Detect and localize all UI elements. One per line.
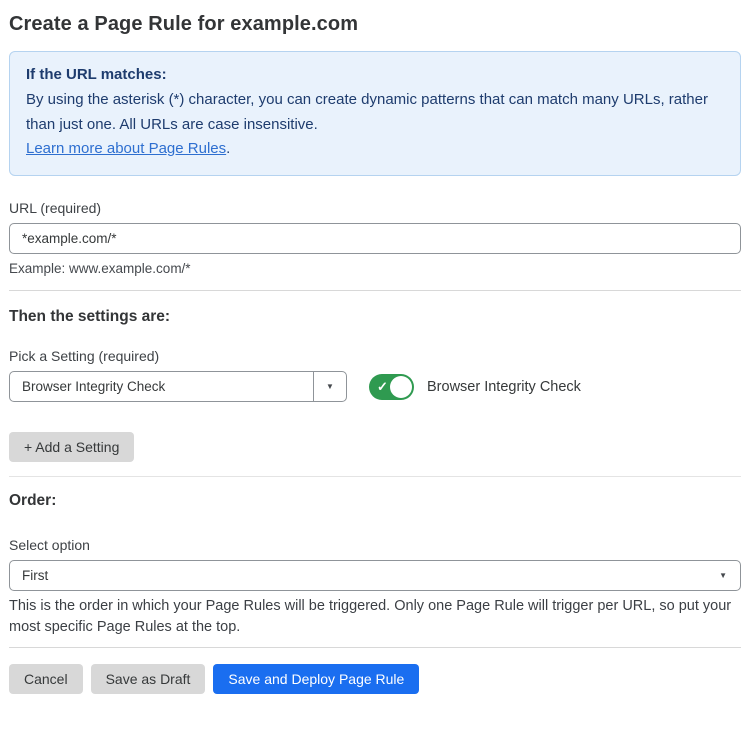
order-help-text: This is the order in which your Page Rul… [9, 596, 741, 638]
toggle-knob [390, 376, 412, 398]
info-box-link-line: Learn more about Page Rules. [26, 137, 724, 162]
setting-select[interactable]: Browser Integrity Check ▼ [9, 371, 347, 402]
order-select-arrow: ▼ [719, 561, 740, 590]
url-input[interactable] [9, 223, 741, 254]
url-field-label: URL (required) [9, 200, 741, 216]
save-deploy-button[interactable]: Save and Deploy Page Rule [213, 664, 419, 694]
page-title: Create a Page Rule for example.com [9, 13, 741, 36]
setting-select-arrow-button[interactable]: ▼ [313, 372, 346, 401]
url-example-text: Example: www.example.com/* [9, 261, 741, 276]
divider [9, 476, 741, 477]
save-draft-button[interactable]: Save as Draft [91, 664, 206, 694]
footer-actions: Cancel Save as Draft Save and Deploy Pag… [9, 664, 741, 694]
toggle-label: Browser Integrity Check [427, 379, 581, 395]
order-section-heading: Order: [9, 492, 741, 510]
order-select-value: First [10, 561, 719, 590]
browser-integrity-toggle[interactable]: ✓ [369, 374, 414, 400]
link-suffix: . [226, 140, 230, 157]
setting-picker-label: Pick a Setting (required) [9, 348, 741, 364]
url-match-info-box: If the URL matches: By using the asteris… [9, 51, 741, 176]
chevron-down-icon: ▼ [326, 383, 334, 391]
add-setting-button[interactable]: + Add a Setting [9, 432, 134, 462]
order-select[interactable]: First ▼ [9, 560, 741, 591]
check-icon: ✓ [377, 380, 388, 393]
info-box-heading: If the URL matches: [26, 63, 724, 88]
info-box-body: By using the asterisk (*) character, you… [26, 88, 724, 138]
setting-select-value: Browser Integrity Check [10, 372, 313, 401]
divider [9, 647, 741, 648]
cancel-button[interactable]: Cancel [9, 664, 83, 694]
chevron-down-icon: ▼ [719, 572, 727, 580]
divider [9, 290, 741, 291]
order-select-label: Select option [9, 537, 741, 553]
learn-more-link[interactable]: Learn more about Page Rules [26, 140, 226, 157]
setting-row: Browser Integrity Check ▼ ✓ Browser Inte… [9, 371, 741, 402]
settings-section-heading: Then the settings are: [9, 308, 741, 326]
page-rule-form: Create a Page Rule for example.com If th… [0, 13, 750, 694]
